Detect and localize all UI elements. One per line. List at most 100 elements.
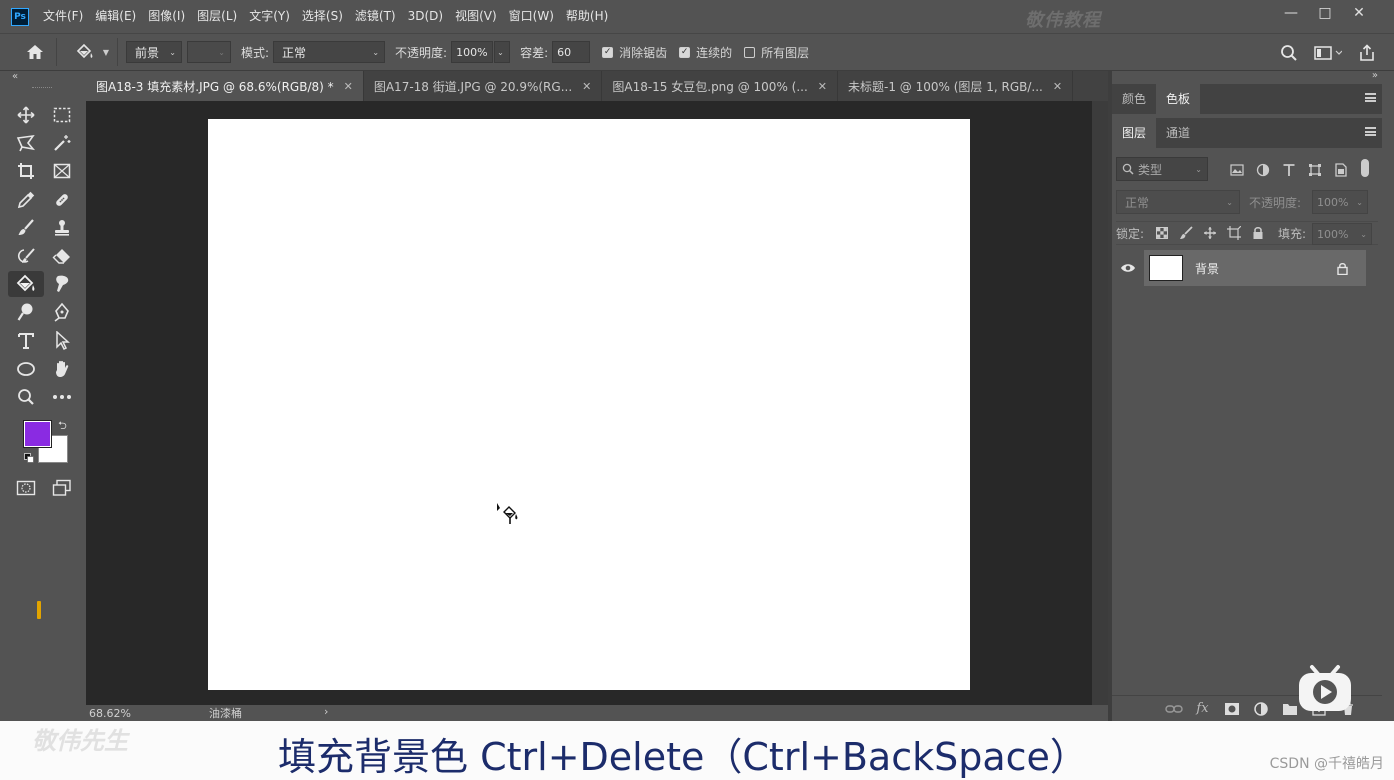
layer-opacity-input[interactable]: 100% ⌄ (1312, 190, 1368, 214)
smart-object-filter-icon[interactable] (1328, 161, 1354, 179)
collapse-toolbar-icon[interactable]: « (12, 71, 18, 82)
lasso-tool-icon[interactable] (8, 130, 44, 156)
fill-source-select[interactable]: 前景 ⌄ (126, 41, 182, 63)
eraser-tool-icon[interactable] (44, 243, 80, 269)
contiguous-checkbox[interactable]: ✓ (679, 46, 691, 58)
tolerance-input[interactable]: 60 (552, 41, 591, 63)
filter-toggle-switch[interactable] (1361, 159, 1369, 177)
menu-view[interactable]: 视图(V) (455, 0, 497, 33)
shape-filter-icon[interactable] (1302, 161, 1328, 179)
tab-layers[interactable]: 图层 (1112, 118, 1157, 148)
hand-tool-icon[interactable] (44, 356, 80, 382)
document-canvas[interactable] (208, 119, 970, 690)
home-icon[interactable] (22, 39, 48, 65)
maximize-button[interactable]: □ (1310, 2, 1340, 24)
lock-icon[interactable] (1337, 262, 1348, 275)
lock-position-icon[interactable] (1198, 224, 1222, 242)
mode-select[interactable]: 正常 ⌄ (273, 41, 386, 63)
clone-stamp-tool-icon[interactable] (44, 215, 80, 241)
menu-help[interactable]: 帮助(H) (566, 0, 608, 33)
paint-bucket-tool-icon[interactable] (8, 271, 44, 298)
menu-filter[interactable]: 滤镜(T) (355, 0, 396, 33)
move-tool-icon[interactable] (8, 102, 44, 128)
menu-3d[interactable]: 3D(D) (408, 0, 443, 33)
tab-document-1[interactable]: 图A18-3 填充素材.JPG @ 68.6%(RGB/8) * ✕ (86, 71, 364, 101)
layer-thumbnail[interactable] (1149, 255, 1183, 281)
menu-image[interactable]: 图像(I) (148, 0, 185, 33)
pattern-picker[interactable]: ⌄ (187, 41, 231, 63)
brush-tool-icon[interactable] (8, 215, 44, 241)
pen-tool-icon[interactable] (44, 299, 80, 325)
share-icon[interactable] (1354, 40, 1380, 66)
collapse-panels-icon[interactable]: » (1372, 70, 1378, 81)
tab-channels[interactable]: 通道 (1156, 118, 1200, 148)
lock-artboard-icon[interactable] (1222, 224, 1246, 242)
menu-file[interactable]: 文件(F) (43, 0, 83, 33)
default-colors-icon[interactable] (24, 453, 34, 463)
minimize-button[interactable]: — (1276, 2, 1306, 24)
eye-icon[interactable] (1112, 250, 1144, 286)
toolbar-grip[interactable] (32, 87, 52, 89)
tab-swatches[interactable]: 色板 (1156, 84, 1201, 114)
close-button[interactable]: ✕ (1344, 2, 1374, 24)
layer-name[interactable]: 背景 (1195, 260, 1337, 277)
layer-effects-icon[interactable]: fx (1188, 699, 1217, 719)
foreground-color-swatch[interactable] (23, 420, 52, 448)
close-tab-icon[interactable]: ✕ (582, 80, 591, 93)
screen-mode-icon[interactable] (44, 475, 80, 501)
tab-color[interactable]: 颜色 (1112, 84, 1156, 114)
menu-layer[interactable]: 图层(L) (197, 0, 237, 33)
panel-menu-icon[interactable] (1365, 93, 1376, 102)
tool-preset-picker[interactable]: ▼ (75, 39, 109, 65)
fill-input[interactable]: 100% ⌄ (1312, 223, 1372, 245)
lock-transparent-icon[interactable] (1150, 224, 1174, 242)
menu-type[interactable]: 文字(Y) (249, 0, 290, 33)
ellipse-tool-icon[interactable] (8, 356, 44, 382)
opacity-input[interactable]: 100% (451, 41, 494, 63)
quick-mask-icon[interactable] (8, 475, 44, 501)
chevron-right-icon[interactable]: › (324, 705, 328, 718)
vertical-scrollbar[interactable] (1092, 101, 1108, 705)
image-filter-icon[interactable] (1224, 161, 1250, 179)
more-tools-icon[interactable] (44, 384, 80, 410)
panel-menu-icon[interactable] (1365, 127, 1376, 136)
type-tool-icon[interactable] (8, 328, 44, 354)
workspace-icon[interactable] (1310, 40, 1346, 66)
menu-select[interactable]: 选择(S) (302, 0, 343, 33)
close-tab-icon[interactable]: ✕ (1053, 80, 1062, 93)
opacity-dropdown[interactable]: ⌄ (494, 41, 511, 63)
menu-window[interactable]: 窗口(W) (509, 0, 554, 33)
healing-brush-tool-icon[interactable] (44, 187, 80, 213)
layer-row-background[interactable]: 背景 (1112, 250, 1366, 286)
lock-all-icon[interactable] (1246, 224, 1270, 242)
adjustment-layer-icon[interactable] (1246, 699, 1275, 719)
link-layers-icon[interactable] (1159, 699, 1188, 719)
all-layers-checkbox[interactable] (744, 46, 756, 58)
tab-document-4[interactable]: 未标题-1 @ 100% (图层 1, RGB/... ✕ (838, 71, 1074, 101)
tab-document-3[interactable]: 图A18-15 女豆包.png @ 100% (... ✕ (602, 71, 839, 101)
tab-document-2[interactable]: 图A17-18 街道.JPG @ 20.9%(RG... ✕ (363, 71, 603, 101)
magic-wand-tool-icon[interactable] (44, 130, 80, 156)
close-tab-icon[interactable]: ✕ (344, 80, 353, 93)
swap-colors-icon[interactable]: ⮌ (58, 417, 67, 436)
type-filter-icon[interactable] (1276, 161, 1302, 179)
history-brush-tool-icon[interactable] (8, 243, 44, 269)
canvas-area[interactable] (86, 101, 1108, 705)
path-selection-tool-icon[interactable] (44, 328, 80, 354)
layer-filter-select[interactable]: 类型 ⌄ (1116, 157, 1208, 181)
menu-edit[interactable]: 编辑(E) (95, 0, 136, 33)
adjustment-filter-icon[interactable] (1250, 161, 1276, 179)
smudge-tool-icon[interactable] (44, 271, 80, 297)
eyedropper-tool-icon[interactable] (8, 187, 44, 213)
search-icon[interactable] (1276, 40, 1302, 66)
zoom-level[interactable]: 68.62% (89, 707, 139, 720)
lock-pixels-icon[interactable] (1174, 224, 1198, 242)
dodge-tool-icon[interactable] (8, 299, 44, 325)
frame-tool-icon[interactable] (44, 158, 80, 184)
add-mask-icon[interactable] (1217, 699, 1246, 719)
blend-mode-select[interactable]: 正常 ⌄ (1116, 190, 1240, 214)
antialias-checkbox[interactable]: ✓ (602, 46, 614, 58)
close-tab-icon[interactable]: ✕ (818, 80, 827, 93)
zoom-tool-icon[interactable] (8, 384, 44, 410)
marquee-tool-icon[interactable] (44, 102, 80, 128)
